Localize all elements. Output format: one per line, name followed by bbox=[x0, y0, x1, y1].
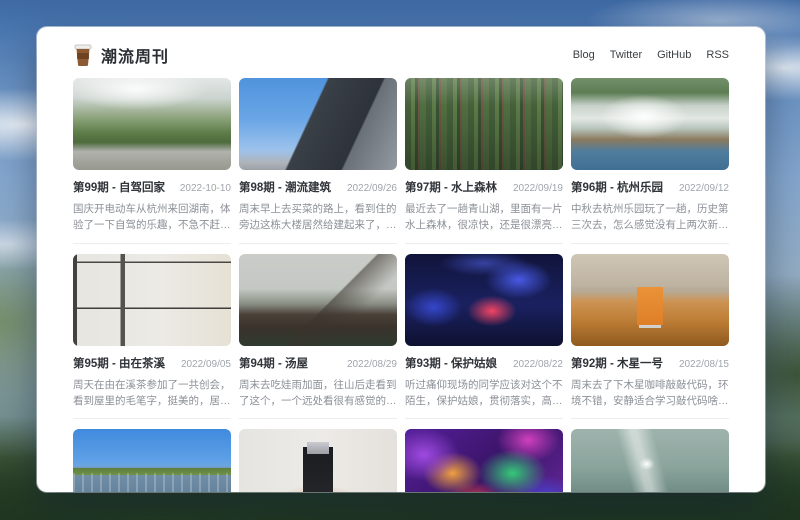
nav-link-rss[interactable]: RSS bbox=[706, 49, 729, 61]
site-title: 潮流周刊 bbox=[101, 43, 169, 67]
issue-card[interactable]: 第89期 - 去避暑吧 2022/07/25 bbox=[405, 429, 563, 492]
issue-excerpt: 国庆开电动车从杭州来回湖南，体验了一下自驾的乐趣，不急不赶，很幸运累计只堵了… bbox=[73, 201, 231, 234]
issue-title: 第94期 - 汤屋 bbox=[239, 355, 308, 371]
issue-card[interactable]: 第92期 - 木星一号 2022/08/15 周末去了下木星咖啡敲敲代码，环境不… bbox=[571, 254, 729, 420]
issue-thumbnail bbox=[239, 254, 397, 346]
issue-excerpt: 中秋去杭州乐园玩了一趟，历史第三次去，怎么感觉没有上两次新鲜了，除去这个水还可以… bbox=[571, 201, 729, 234]
issue-excerpt: 听过痛仰现场的同学应该对这个不陌生，保护姑娘，贯彻落实，高虎这一群人看着老了，但… bbox=[405, 377, 563, 410]
issue-title: 第95期 - 由在茶溪 bbox=[73, 355, 165, 371]
issue-title: 第99期 - 自驾回家 bbox=[73, 179, 165, 195]
issue-card[interactable]: 第88期 - 大水枪 2022/07/18 bbox=[571, 429, 729, 492]
issue-title: 第97期 - 水上森林 bbox=[405, 179, 497, 195]
issue-thumbnail bbox=[73, 254, 231, 346]
nav-link-twitter[interactable]: Twitter bbox=[610, 49, 642, 61]
issues-grid: 第99期 - 自驾回家 2022-10-10 国庆开电动车从杭州来回湖南，体验了… bbox=[37, 77, 765, 492]
issue-date: 2022-10-10 bbox=[180, 183, 231, 194]
site-header: 潮流周刊 Blog Twitter GitHub RSS bbox=[37, 27, 765, 77]
issue-thumbnail bbox=[239, 78, 397, 170]
issue-excerpt: 周末早上去买菜的路上，看到住的旁边这栋大楼居然给建起来了，在阳光下的无遮镜效果真… bbox=[239, 201, 397, 234]
issue-thumbnail bbox=[405, 429, 563, 492]
issue-excerpt: 周天在由在溪茶参加了一共创会，看到屋里的毛笔字，挺美的，居然是老板自己写的，牛的… bbox=[73, 377, 231, 410]
issue-card[interactable]: 第90期 - 山仓子 2022/08/01 bbox=[239, 429, 397, 492]
header-nav: Blog Twitter GitHub RSS bbox=[573, 49, 729, 61]
issue-excerpt: 周末去吃娃雨加面，往山后走看到了这个，一个远处看很有感觉的建筑，查了查叫汤屋。 bbox=[239, 377, 397, 410]
issue-date: 2022/08/22 bbox=[513, 359, 563, 370]
issue-card[interactable]: 第95期 - 由在茶溪 2022/09/05 周天在由在溪茶参加了一共创会，看到… bbox=[73, 254, 231, 420]
issue-excerpt: 周末去了下木星咖啡敲敲代码，环境不错，安静适合学习敲代码啥的，由于下午 3 点多… bbox=[571, 377, 729, 410]
issue-thumbnail bbox=[73, 78, 231, 170]
issue-card[interactable]: 第93期 - 保护姑娘 2022/08/22 听过痛仰现场的同学应该对这个不陌生… bbox=[405, 254, 563, 420]
issue-excerpt: 最近去了一趟青山湖，里面有一片水上森林，很凉快，还是很漂亮的，适合散散步。 bbox=[405, 201, 563, 234]
site-brand-home-link[interactable]: 潮流周刊 bbox=[73, 43, 169, 67]
issue-thumbnail bbox=[73, 429, 231, 492]
issue-title: 第98期 - 潮流建筑 bbox=[239, 179, 331, 195]
weekly-site-window: 潮流周刊 Blog Twitter GitHub RSS 第99期 - 自驾回家… bbox=[37, 27, 765, 492]
nav-link-blog[interactable]: Blog bbox=[573, 49, 595, 61]
issue-date: 2022/09/05 bbox=[181, 359, 231, 370]
issue-thumbnail bbox=[405, 254, 563, 346]
nav-link-github[interactable]: GitHub bbox=[657, 49, 691, 61]
issue-title: 第92期 - 木星一号 bbox=[571, 355, 663, 371]
issue-card[interactable]: 第99期 - 自驾回家 2022-10-10 国庆开电动车从杭州来回湖南，体验了… bbox=[73, 78, 231, 244]
issue-thumbnail bbox=[571, 254, 729, 346]
issue-card[interactable]: 第94期 - 汤屋 2022/08/29 周末去吃娃雨加面，往山后走看到了这个，… bbox=[239, 254, 397, 420]
issue-date: 2022/09/19 bbox=[513, 183, 563, 194]
coffee-cup-icon bbox=[73, 44, 93, 66]
issue-date: 2022/09/26 bbox=[347, 183, 397, 194]
issue-card[interactable]: 第91期 - 天目里 2022/08/08 bbox=[73, 429, 231, 492]
issue-date: 2022/08/29 bbox=[347, 359, 397, 370]
issue-date: 2022/09/12 bbox=[679, 183, 729, 194]
issue-title: 第96期 - 杭州乐园 bbox=[571, 179, 663, 195]
issue-card[interactable]: 第96期 - 杭州乐园 2022/09/12 中秋去杭州乐园玩了一趟，历史第三次… bbox=[571, 78, 729, 244]
issue-card[interactable]: 第98期 - 潮流建筑 2022/09/26 周末早上去买菜的路上，看到住的旁边… bbox=[239, 78, 397, 244]
issue-thumbnail bbox=[571, 429, 729, 492]
issue-thumbnail bbox=[571, 78, 729, 170]
issue-thumbnail bbox=[239, 429, 397, 492]
issue-card[interactable]: 第97期 - 水上森林 2022/09/19 最近去了一趟青山湖，里面有一片水上… bbox=[405, 78, 563, 244]
issue-thumbnail bbox=[405, 78, 563, 170]
issue-title: 第93期 - 保护姑娘 bbox=[405, 355, 497, 371]
issue-date: 2022/08/15 bbox=[679, 359, 729, 370]
